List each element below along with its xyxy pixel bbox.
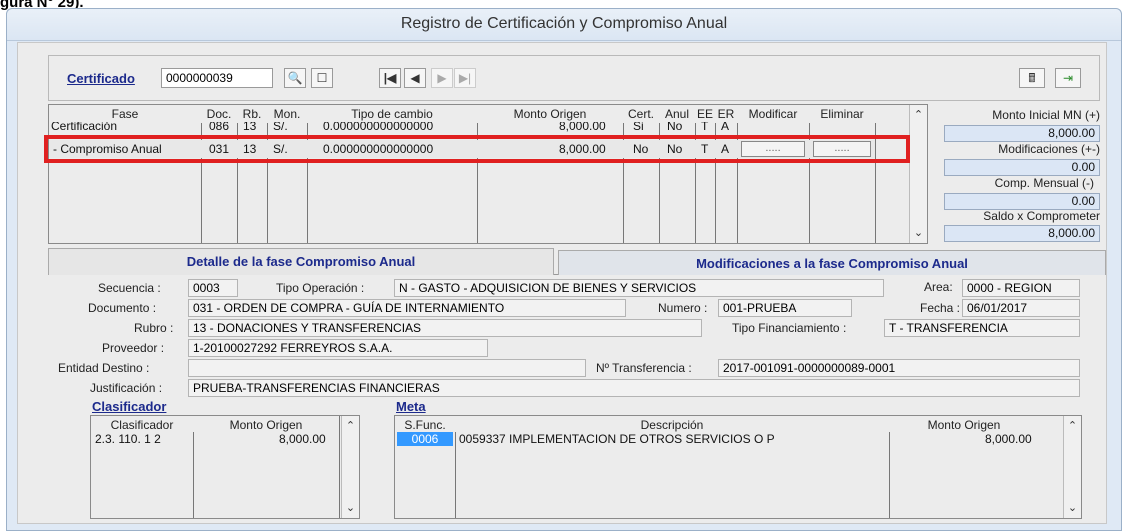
- certificado-link[interactable]: Certificado: [67, 71, 135, 86]
- col-modificar: Modificar: [748, 107, 798, 121]
- first-record-icon[interactable]: |◀: [379, 68, 401, 88]
- dialog-window: Registro de Certificación y Compromiso A…: [6, 8, 1122, 531]
- col-eliminar: Eliminar: [820, 107, 864, 121]
- col-sfunc: S.Func.: [404, 418, 446, 432]
- last-record-icon[interactable]: ▶|: [454, 68, 476, 88]
- comp-mensual-value: 0.00: [944, 193, 1100, 210]
- window-title: Registro de Certificación y Compromiso A…: [7, 9, 1121, 41]
- col-er: ER: [717, 107, 735, 121]
- col-monto-origen: Monto Origen: [927, 418, 1001, 432]
- entidad-destino-field[interactable]: [188, 359, 586, 377]
- col-monto: Monto Origen: [513, 107, 587, 121]
- new-doc-icon[interactable]: ☐: [311, 68, 333, 88]
- table-row[interactable]: 2.3. 110. 1 2 8,000.00: [91, 432, 339, 448]
- col-rb: Rb.: [242, 107, 262, 121]
- col-fase: Fase: [111, 107, 139, 121]
- col-tipo: Tipo de cambio: [351, 107, 433, 121]
- rubro-label: Rubro :: [134, 321, 174, 335]
- tab-modificaciones[interactable]: Modificaciones a la fase Compromiso Anua…: [558, 250, 1106, 275]
- col-doc: Doc.: [206, 107, 232, 121]
- meta-grid: S.Func. Descripción Monto Origen 0006 00…: [394, 415, 1082, 519]
- area-label: Area:: [924, 280, 953, 294]
- numero-field[interactable]: 001-PRUEBA: [718, 299, 852, 317]
- rubro-field[interactable]: 13 - DONACIONES Y TRANSFERENCIAS: [188, 319, 702, 337]
- monto-inicial-value: 8,000.00: [944, 125, 1100, 142]
- grid-scrollbar[interactable]: ⌃ ⌄: [909, 105, 927, 243]
- calculator-icon[interactable]: 🖩: [1019, 68, 1045, 88]
- modificaciones-value: 0.00: [944, 159, 1100, 176]
- comp-mensual-label: Comp. Mensual (-): [994, 176, 1094, 190]
- meta-scrollbar[interactable]: ⌃ ⌄: [1063, 416, 1081, 518]
- highlight-box: [44, 135, 910, 163]
- entidad-destino-label: Entidad Destino :: [58, 361, 150, 375]
- secuencia-field[interactable]: 0003: [188, 279, 238, 297]
- saldo-label: Saldo x Comprometer: [983, 209, 1100, 223]
- area-field[interactable]: 0000 - REGION: [962, 279, 1080, 297]
- summary-panel: Monto Inicial MN (+) 8,000.00 Modificaci…: [936, 105, 1100, 242]
- tab-detalle[interactable]: Detalle de la fase Compromiso Anual: [48, 248, 554, 275]
- toolbar: Certificado 0000000039 🔍 ☐ |◀ ◀ ▶ ▶| 🖩 ⇥: [48, 55, 1100, 101]
- proveedor-field[interactable]: 1-20100027292 FERREYROS S.A.A.: [188, 339, 488, 357]
- tipo-operacion-field[interactable]: N - GASTO - ADQUISICION DE BIENES Y SERV…: [394, 279, 884, 297]
- fecha-label: Fecha :: [920, 301, 961, 315]
- monto-inicial-label: Monto Inicial MN (+): [992, 108, 1100, 122]
- meta-title: Meta: [396, 399, 426, 414]
- saldo-value: 8,000.00: [944, 225, 1100, 242]
- col-ee: EE: [696, 107, 713, 121]
- col-mon: Mon.: [273, 107, 301, 121]
- certificado-input[interactable]: 0000000039: [161, 68, 273, 88]
- tipo-operacion-label: Tipo Operación :: [276, 281, 365, 295]
- modificaciones-label: Modificaciones (+-): [998, 142, 1100, 156]
- col-cert: Cert.: [627, 107, 654, 121]
- prev-record-icon[interactable]: ◀: [404, 68, 426, 88]
- tab-bar: Detalle de la fase Compromiso Anual Modi…: [48, 245, 1106, 275]
- justificacion-field[interactable]: PRUEBA-TRANSFERENCIAS FINANCIERAS: [188, 379, 1080, 397]
- client-area: Certificado 0000000039 🔍 ☐ |◀ ◀ ▶ ▶| 🖩 ⇥…: [17, 42, 1107, 524]
- numero-label: Numero :: [658, 301, 708, 315]
- clasificador-scrollbar[interactable]: ⌃ ⌄: [341, 416, 359, 518]
- table-row[interactable]: 0006 0059337 IMPLEMENTACION DE OTROS SER…: [395, 432, 1063, 448]
- transferencia-field[interactable]: 2017-001091-0000000089-0001: [718, 359, 1080, 377]
- tipo-financiamiento-field[interactable]: T - TRANSFERENCIA: [884, 319, 1080, 337]
- exit-icon[interactable]: ⇥: [1055, 68, 1081, 88]
- binoculars-icon[interactable]: 🔍: [284, 68, 306, 88]
- justificacion-label: Justificación :: [90, 381, 163, 395]
- documento-field[interactable]: 031 - ORDEN DE COMPRA - GUÍA DE INTERNAM…: [188, 299, 626, 317]
- transferencia-label: Nº Transferencia :: [596, 361, 692, 375]
- documento-label: Documento :: [88, 301, 157, 315]
- col-anul: Anul: [664, 107, 690, 121]
- table-row[interactable]: Certificación 086 13 S/. 0.0000000000000…: [49, 122, 875, 136]
- tipo-financiamiento-label: Tipo Financiamiento :: [732, 321, 847, 335]
- proveedor-label: Proveedor :: [102, 341, 165, 355]
- fases-grid: Fase Doc. Rb. Mon. Tipo de cambio Monto …: [48, 104, 928, 244]
- clasificador-title: Clasificador: [92, 399, 167, 414]
- next-record-icon[interactable]: ▶: [431, 68, 453, 88]
- selected-cell: 0006: [397, 432, 453, 446]
- clasificador-grid: Clasificador Monto Origen 2.3. 110. 1 2 …: [90, 415, 360, 519]
- detail-panel: Secuencia : 0003 Tipo Operación : N - GA…: [18, 275, 1108, 525]
- col-descripcion: Descripción: [640, 418, 704, 432]
- fecha-field[interactable]: 06/01/2017: [962, 299, 1080, 317]
- col-clasificador: Clasificador: [110, 418, 174, 432]
- secuencia-label: Secuencia :: [98, 281, 161, 295]
- col-monto-origen: Monto Origen: [229, 418, 303, 432]
